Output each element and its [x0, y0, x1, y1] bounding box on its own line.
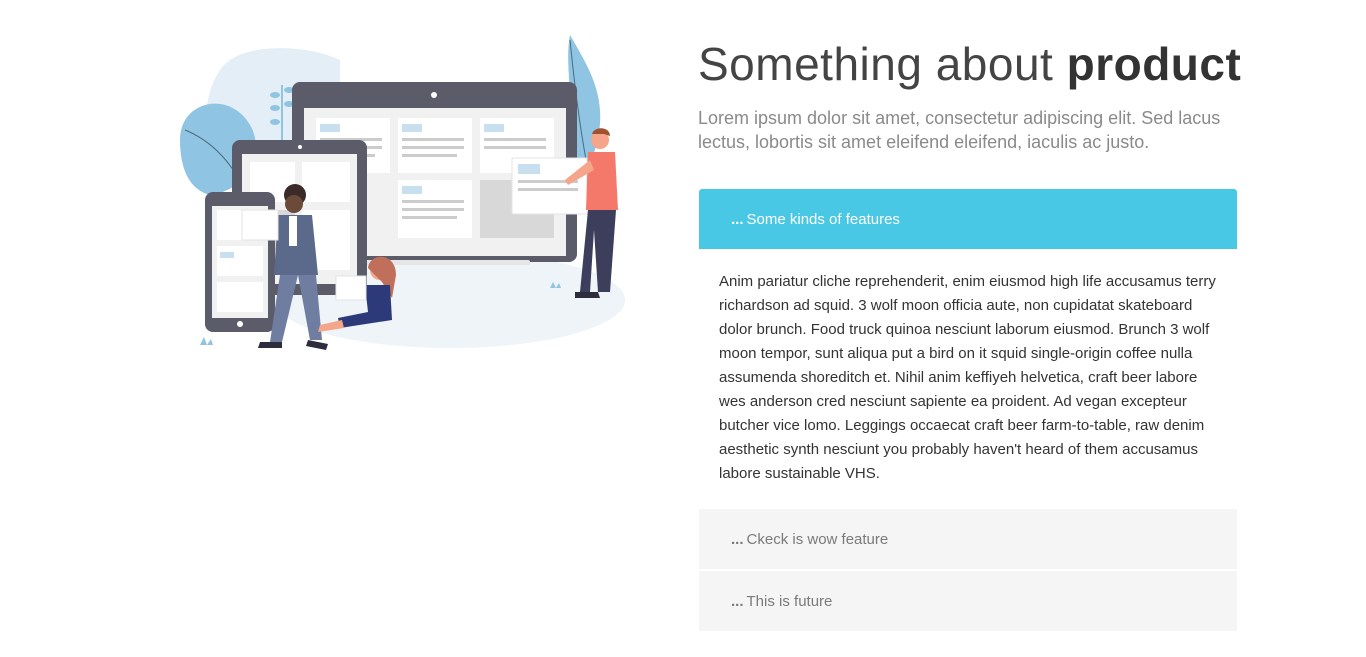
- lead-paragraph: Lorem ipsum dolor sit amet, consectetur …: [698, 108, 1221, 152]
- page: Something about product Lorem ipsum dolo…: [0, 0, 1366, 657]
- intro-text: Something about product Lorem ipsum dolo…: [698, 36, 1241, 154]
- accordion-panel-text: Anim pariatur cliche reprehenderit, enim…: [719, 273, 1216, 482]
- accordion-header-features[interactable]: ... Some kinds of features: [699, 189, 1237, 249]
- accordion-header-label: Some kinds of features: [746, 210, 900, 228]
- grass-icon: [200, 337, 213, 345]
- page-title-bold: product: [1066, 38, 1242, 90]
- ellipsis-icon: ...: [731, 530, 744, 548]
- page-title-regular: Something about: [698, 38, 1067, 90]
- accordion-header-future[interactable]: ... This is future: [699, 571, 1237, 631]
- accordion-header-label: This is future: [746, 592, 833, 610]
- accordion-panel-features: Anim pariatur cliche reprehenderit, enim…: [699, 249, 1237, 507]
- ellipsis-icon: ...: [731, 592, 744, 610]
- accordion-header-label: Ckeck is wow feature: [746, 530, 889, 548]
- ellipsis-icon: ...: [731, 210, 744, 228]
- features-accordion: ... Some kinds of features Anim pariatur…: [699, 189, 1237, 631]
- devices-illustration: [180, 35, 625, 350]
- page-title: Something about product: [698, 36, 1241, 92]
- accordion-header-wow-feature[interactable]: ... Ckeck is wow feature: [699, 509, 1237, 569]
